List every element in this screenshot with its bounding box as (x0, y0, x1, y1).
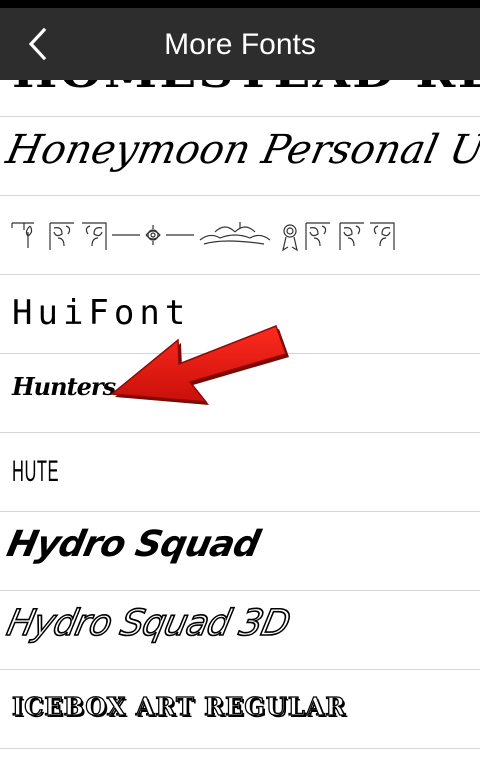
status-bar (0, 0, 480, 8)
font-name: Honeymoon Personal Use (2, 127, 480, 173)
font-item-homestead-regular[interactable]: HOMESTEAD REGULAR (0, 80, 480, 117)
ornament-dingbats-icon (11, 222, 395, 252)
red-arrow-icon (110, 325, 289, 405)
app-bar: More Fonts (0, 8, 480, 80)
font-item-hydro-squad-3d[interactable]: Hydro Squad 3D (0, 591, 480, 670)
font-name: ICEBOX ART REGULAR (11, 691, 347, 721)
font-name: Hunters (12, 372, 116, 401)
font-name: Hydro Squad (3, 524, 263, 565)
font-name: Hydro Squad 3D (2, 602, 293, 645)
font-name: HOMESTEAD REGULAR (12, 80, 480, 97)
font-name: HUTE (12, 455, 60, 488)
font-item-hute[interactable]: HUTE (0, 433, 480, 512)
page-title: More Fonts (164, 28, 316, 61)
font-item-icebox-art-regular[interactable]: ICEBOX ART REGULAR (0, 670, 480, 749)
font-item-ornaments[interactable] (0, 196, 480, 275)
back-button[interactable] (12, 18, 62, 70)
font-list[interactable]: HOMESTEAD REGULAR Honeymoon Personal Use (0, 80, 480, 770)
font-item-honeymoon[interactable]: Honeymoon Personal Use (0, 117, 480, 196)
font-item-hydro-squad[interactable]: Hydro Squad (0, 512, 480, 591)
chevron-left-icon (28, 27, 47, 61)
